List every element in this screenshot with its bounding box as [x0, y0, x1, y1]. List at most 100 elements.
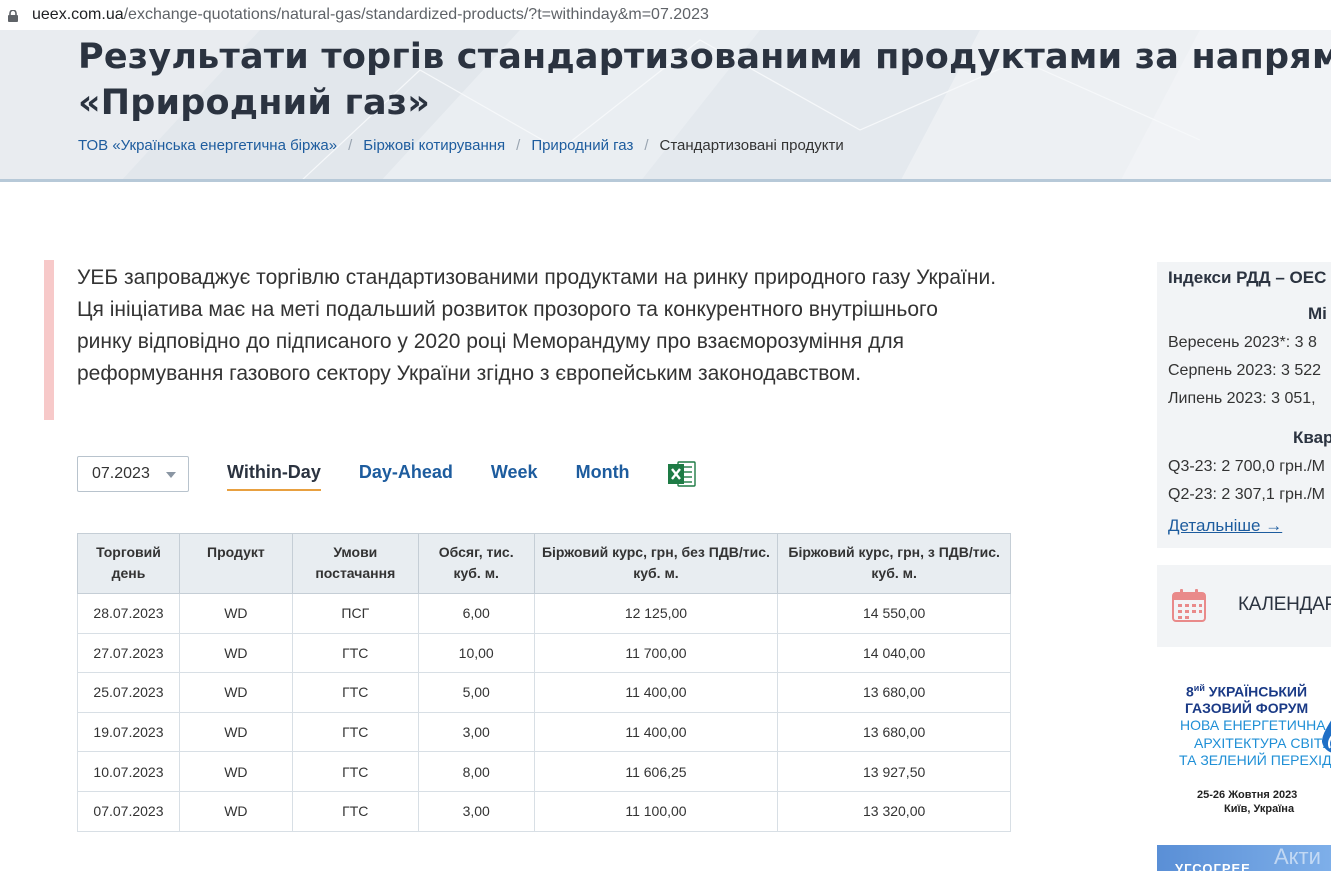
breadcrumb: ТОВ «Українська енергетична біржа» / Бір… [78, 137, 844, 154]
sidebar-quarterly-item: Q2-23: 2 307,1 грн./М [1168, 486, 1325, 503]
cell-product: WD [178, 711, 293, 753]
forum-title-line1: 8ий УКРАЇНСЬКИЙ [1186, 683, 1307, 700]
cell-delivery-terms: ГТС [291, 632, 419, 674]
cell-volume: 8,00 [417, 751, 535, 792]
month-select-value: 07.2023 [92, 465, 150, 482]
calendar-widget[interactable]: КАЛЕНДАР [1157, 565, 1331, 647]
col-header-delivery-terms: Умови постачання [291, 533, 419, 594]
cell-price-vat: 13 680,00 [777, 711, 1011, 753]
cell-price-no-vat: 11 100,00 [533, 790, 779, 832]
page-title-line2: «Природний газ» [78, 83, 431, 123]
cell-price-vat: 14 550,00 [777, 593, 1011, 634]
forum-edition-suffix: ий [1193, 683, 1205, 693]
forum-subtitle-line1: НОВА ЕНЕРГЕТИЧНА [1180, 717, 1326, 733]
sidebar-monthly-item: Вересень 2023*: 3 8 [1168, 334, 1317, 351]
intro-block: УЕБ запроваджує торгівлю стандартизовани… [44, 260, 997, 420]
activation-watermark: Акти [1274, 845, 1321, 869]
forum-place: Київ, Україна [1224, 803, 1295, 815]
cell-trading-day: 07.07.2023 [77, 790, 180, 832]
forum-edition: 8 [1186, 683, 1194, 700]
col-header-volume: Обсяг, тис. куб. м. [417, 533, 535, 594]
sidebar-more-link[interactable]: Детальніше → [1168, 516, 1282, 536]
cell-delivery-terms: ПСГ [291, 593, 419, 634]
page-title: Результати торгів стандартизованими прод… [78, 34, 1331, 126]
cell-product: WD [178, 593, 293, 634]
cell-delivery-terms: ГТС [291, 711, 419, 753]
calendar-icon [1172, 589, 1206, 622]
page-title-line1: Результати торгів стандартизованими прод… [78, 37, 1331, 77]
bottom-banner[interactable]: УГСОГРЕЕ Акти [1157, 845, 1331, 871]
cell-delivery-terms: ГТС [291, 672, 419, 713]
cell-volume: 3,00 [417, 711, 535, 753]
col-header-price-vat: Біржовий курс, грн, з ПДВ/тис. куб. м. [777, 533, 1011, 594]
breadcrumb-link-quotations[interactable]: Біржові котирування [363, 137, 505, 154]
tab-week[interactable]: Week [491, 462, 538, 487]
table-row: 27.07.2023 WD ГТС 10,00 11 700,00 14 040,00 [77, 632, 1011, 674]
cell-product: WD [178, 790, 293, 832]
breadcrumb-separator: / [348, 137, 353, 154]
cell-trading-day: 25.07.2023 [77, 672, 180, 713]
sidebar-quarterly-heading: Квар [1293, 428, 1331, 447]
lock-icon [8, 10, 18, 22]
breadcrumb-separator: / [516, 137, 521, 154]
cell-product: WD [178, 672, 293, 713]
tab-month[interactable]: Month [576, 462, 630, 487]
sidebar-indices: Індекси РДД – ОЕС Мі Вересень 2023*: 3 8… [1157, 262, 1331, 548]
cell-volume: 5,00 [417, 672, 535, 713]
forum-title-text: УКРАЇНСЬКИЙ [1204, 683, 1308, 700]
sidebar-quarterly-item: Q3-23: 2 700,0 грн./М [1168, 458, 1325, 475]
gas-drop-logo [1322, 720, 1331, 753]
cell-product: WD [178, 632, 293, 674]
forum-title-line2: ГАЗОВИЙ ФОРУМ [1185, 700, 1309, 716]
cell-trading-day: 10.07.2023 [77, 751, 180, 792]
forum-subtitle-line2: АРХІТЕКТУРА СВІТУ [1194, 735, 1331, 751]
cell-price-no-vat: 12 125,00 [533, 593, 779, 634]
bottom-banner-text: УГСОГРЕЕ [1175, 861, 1251, 871]
table-row: 07.07.2023 WD ГТС 3,00 11 100,00 13 320,00 [77, 790, 1011, 832]
filter-controls: 07.2023 Within-Day Day-Ahead Week Month [77, 456, 696, 492]
calendar-label: КАЛЕНДАР [1238, 594, 1331, 615]
address-bar[interactable]: ueex.com.ua/exchange-quotations/natural-… [0, 0, 1331, 30]
cell-price-no-vat: 11 400,00 [533, 711, 779, 753]
table-row: 19.07.2023 WD ГТС 3,00 11 400,00 13 680,00 [77, 711, 1011, 753]
forum-date: 25-26 Жовтня 2023 [1197, 789, 1298, 801]
breadcrumb-link-exchange[interactable]: ТОВ «Українська енергетична біржа» [78, 137, 337, 154]
tab-day-ahead[interactable]: Day-Ahead [359, 462, 453, 487]
table-row: 25.07.2023 WD ГТС 5,00 11 400,00 13 680,00 [77, 672, 1011, 713]
results-table: Торговий день Продукт Умови постачання О… [77, 533, 1011, 832]
cell-product: WD [178, 751, 293, 792]
sidebar-monthly-item: Липень 2023: 3 051, [1168, 390, 1316, 407]
sidebar-monthly-heading: Мі [1308, 304, 1327, 323]
table-row: 28.07.2023 WD ПСГ 6,00 12 125,00 14 550,00 [77, 593, 1011, 634]
excel-icon[interactable] [667, 461, 696, 487]
col-header-product: Продукт [178, 533, 293, 594]
cell-volume: 3,00 [417, 790, 535, 832]
cell-price-vat: 13 320,00 [777, 790, 1011, 832]
url-path: /exchange-quotations/natural-gas/standar… [123, 6, 709, 23]
cell-volume: 10,00 [417, 632, 535, 674]
cell-delivery-terms: ГТС [291, 790, 419, 832]
breadcrumb-current: Стандартизовані продукти [659, 137, 844, 154]
cell-price-vat: 14 040,00 [777, 632, 1011, 674]
page-header: Результати торгів стандартизованими прод… [0, 30, 1331, 182]
cell-trading-day: 27.07.2023 [77, 632, 180, 674]
forum-subtitle-line3: ТА ЗЕЛЕНИЙ ПЕРЕХІД [1179, 752, 1331, 768]
breadcrumb-link-natural-gas[interactable]: Природний газ [531, 137, 633, 154]
cell-price-vat: 13 680,00 [777, 672, 1011, 713]
sidebar-title: Індекси РДД – ОЕС [1168, 268, 1327, 287]
forum-banner[interactable]: 8ий УКРАЇНСЬКИЙ ГАЗОВИЙ ФОРУМ НОВА ЕНЕРГ… [1168, 680, 1331, 825]
tab-within-day[interactable]: Within-Day [227, 462, 321, 491]
col-header-price-no-vat: Біржовий курс, грн, без ПДВ/тис. куб. м. [533, 533, 779, 594]
cell-trading-day: 28.07.2023 [77, 593, 180, 634]
chevron-down-icon [166, 472, 176, 478]
cell-price-no-vat: 11 700,00 [533, 632, 779, 674]
cell-delivery-terms: ГТС [291, 751, 419, 792]
cell-price-no-vat: 11 400,00 [533, 672, 779, 713]
intro-text: УЕБ запроваджує торгівлю стандартизовани… [77, 266, 997, 385]
cell-trading-day: 19.07.2023 [77, 711, 180, 753]
month-select[interactable]: 07.2023 [77, 456, 189, 492]
cell-volume: 6,00 [417, 593, 535, 634]
breadcrumb-separator: / [644, 137, 649, 154]
cell-price-vat: 13 927,50 [777, 751, 1011, 792]
url-host: ueex.com.ua [32, 6, 124, 23]
